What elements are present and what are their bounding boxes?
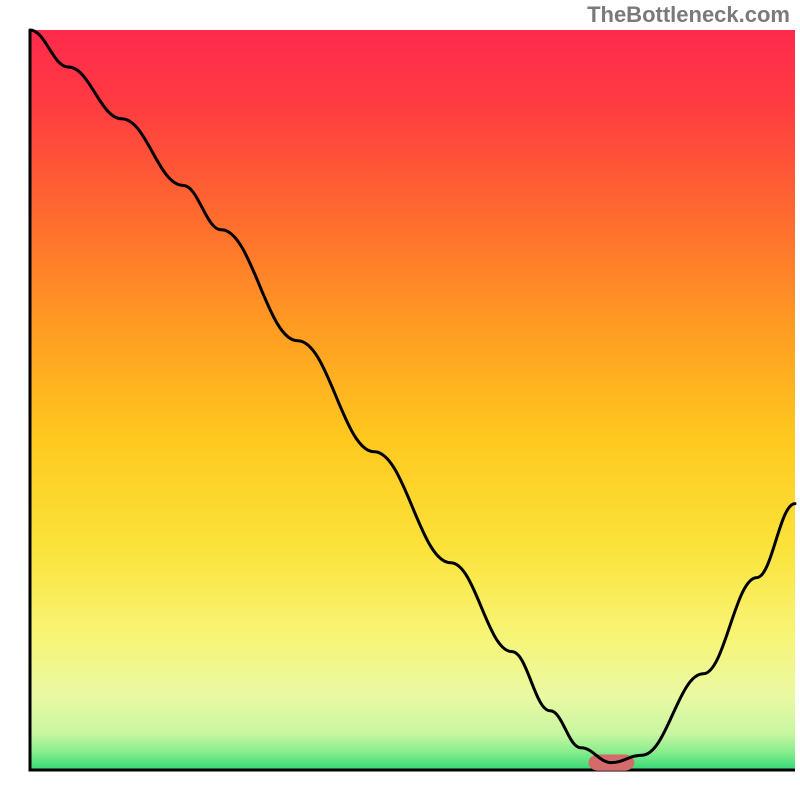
chart-container: TheBottleneck.com — [0, 0, 800, 800]
watermark-text: TheBottleneck.com — [587, 2, 790, 28]
bottleneck-chart — [0, 0, 800, 800]
plot-group — [30, 30, 795, 771]
